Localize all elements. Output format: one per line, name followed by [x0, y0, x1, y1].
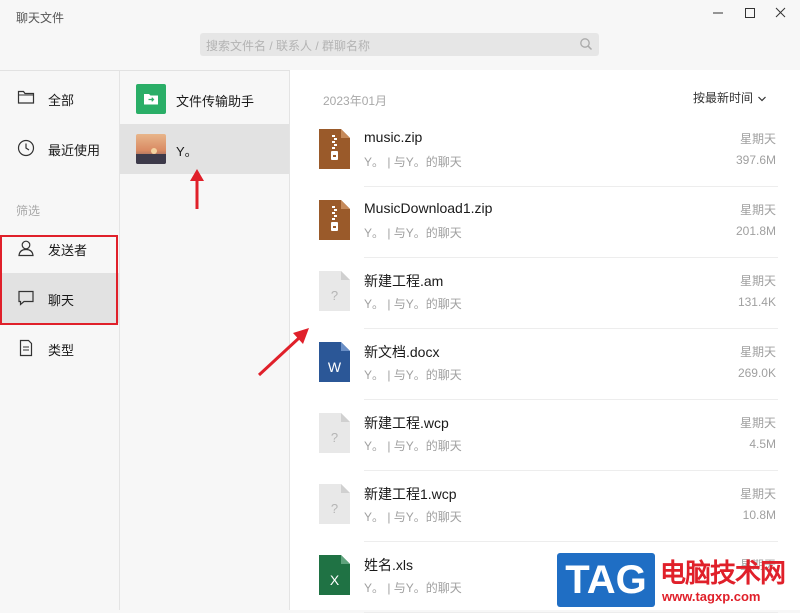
search-placeholder: 搜索文件名 / 联系人 / 群聊名称: [206, 39, 371, 53]
close-icon: [775, 7, 786, 18]
file-row[interactable]: ? 新建工程.wcp Y。 | 与Y。的聊天 星期天 4.5M: [290, 400, 800, 471]
file-name: 新建工程1.wcp: [364, 486, 457, 502]
clock-icon: [17, 139, 35, 162]
svg-text:?: ?: [331, 288, 338, 303]
file-date: 星期天: [739, 345, 776, 359]
nav-label-all: 全部: [48, 93, 75, 108]
file-size: 397.6M: [735, 153, 776, 167]
svg-text:?: ?: [331, 501, 338, 516]
maximize-icon: [745, 8, 755, 18]
chat-name: 文件传输助手: [176, 94, 255, 109]
file-size: 201.8M: [735, 224, 776, 238]
svg-text:W: W: [328, 359, 342, 375]
chevron-down-icon: [757, 92, 767, 106]
file-date: 星期天: [739, 416, 776, 430]
file-size: 269.0K: [737, 366, 776, 380]
filter-label: 筛选: [16, 204, 41, 218]
file-name: 姓名.xls: [364, 557, 413, 573]
window-title: 聊天文件: [16, 11, 65, 25]
nav-item-type[interactable]: 类型: [0, 323, 119, 373]
avatar: [136, 134, 166, 164]
file-name: music.zip: [364, 129, 423, 145]
unknown-file-icon: ?: [319, 484, 350, 524]
file-row[interactable]: W 新文档.docx Y。 | 与Y。的聊天 星期天 269.0K: [290, 329, 800, 400]
file-date: 星期天: [739, 487, 776, 501]
chat-item-y[interactable]: Y。: [120, 124, 289, 174]
file-row[interactable]: ? 新建工程.am Y。 | 与Y。的聊天 星期天 131.4K: [290, 258, 800, 329]
zip-file-icon: [319, 129, 350, 169]
watermark-logo: TAG: [557, 553, 655, 607]
minimize-button[interactable]: [707, 4, 729, 22]
sort-dropdown[interactable]: 按最新时间: [693, 89, 767, 106]
nav-item-recent[interactable]: 最近使用: [0, 123, 119, 173]
file-date: 星期天: [739, 274, 776, 288]
nav-label-sender: 发送者: [48, 243, 88, 258]
file-row[interactable]: music.zip Y。 | 与Y。的聊天 星期天 397.6M: [290, 116, 800, 187]
search-input[interactable]: 搜索文件名 / 联系人 / 群聊名称: [200, 33, 599, 56]
file-transfer-icon: [144, 94, 158, 105]
file-date: 星期天: [739, 203, 776, 217]
sort-label: 按最新时间: [692, 91, 753, 105]
svg-text:?: ?: [331, 430, 338, 445]
file-size: 131.4K: [737, 295, 776, 309]
chat-name: Y。: [176, 144, 198, 159]
watermark: TAG 电脑技术网 www.tagxp.com: [552, 549, 800, 610]
nav-item-sender[interactable]: 发送者: [0, 223, 119, 273]
file-panel: 2023年01月 按最新时间 music.zip Y。 | 与Y。的聊天 星期天 39…: [290, 70, 800, 613]
nav-label-type: 类型: [48, 343, 75, 358]
chat-list: 文件传输助手 Y。: [120, 71, 290, 610]
file-helper-avatar: [136, 84, 166, 114]
nav-item-chat[interactable]: 聊天: [0, 273, 119, 323]
file-date: 星期天: [739, 132, 776, 146]
nav-label-recent: 最近使用: [48, 143, 101, 158]
file-row[interactable]: ? 新建工程1.wcp Y。 | 与Y。的聊天 星期天 10.8M: [290, 471, 800, 542]
unknown-file-icon: ?: [319, 271, 350, 311]
file-source: Y。 | 与Y。的聊天: [364, 439, 462, 453]
file-name: 新建工程.wcp: [364, 415, 449, 431]
chat-item-file-helper[interactable]: 文件传输助手: [120, 74, 289, 124]
file-source: Y。 | 与Y。的聊天: [364, 581, 462, 595]
watermark-site-name: 电脑技术网: [660, 559, 786, 589]
file-source: Y。 | 与Y。的聊天: [364, 297, 462, 311]
file-source: Y。 | 与Y。的聊天: [364, 510, 462, 524]
filter-sidebar: 全部 最近使用 筛选 发送者 聊天 类型: [0, 71, 120, 610]
folder-icon: [17, 89, 35, 110]
chat-bubble-icon: [17, 289, 35, 312]
file-name: 新建工程.am: [364, 273, 444, 289]
zip-file-icon: [319, 200, 350, 240]
maximize-button[interactable]: [739, 4, 761, 22]
person-icon: [17, 239, 35, 262]
watermark-url: www.tagxp.com: [662, 589, 761, 604]
file-size: 10.8M: [742, 508, 776, 522]
file-size: 4.5M: [749, 437, 776, 451]
file-name: 新文档.docx: [364, 344, 440, 360]
nav-item-all[interactable]: 全部: [0, 73, 119, 123]
svg-text:X: X: [330, 572, 340, 588]
close-button[interactable]: [770, 4, 792, 22]
file-source: Y。 | 与Y。的聊天: [364, 155, 462, 169]
search-icon[interactable]: [579, 37, 593, 56]
word-file-icon: W: [319, 342, 350, 382]
file-source: Y。 | 与Y。的聊天: [364, 226, 462, 240]
file-name: MusicDownload1.zip: [364, 200, 493, 216]
file-row[interactable]: MusicDownload1.zip Y。 | 与Y。的聊天 星期天 201.8M: [290, 187, 800, 258]
unknown-file-icon: ?: [319, 413, 350, 453]
excel-file-icon: X: [319, 555, 350, 595]
nav-label-chat: 聊天: [48, 293, 75, 308]
document-icon: [17, 339, 35, 362]
minimize-icon: [713, 12, 723, 14]
file-source: Y。 | 与Y。的聊天: [364, 368, 462, 382]
title-bar: 聊天文件 搜索文件名 / 联系人 / 群聊名称: [0, 0, 800, 70]
month-header: 2023年01月: [323, 94, 388, 108]
